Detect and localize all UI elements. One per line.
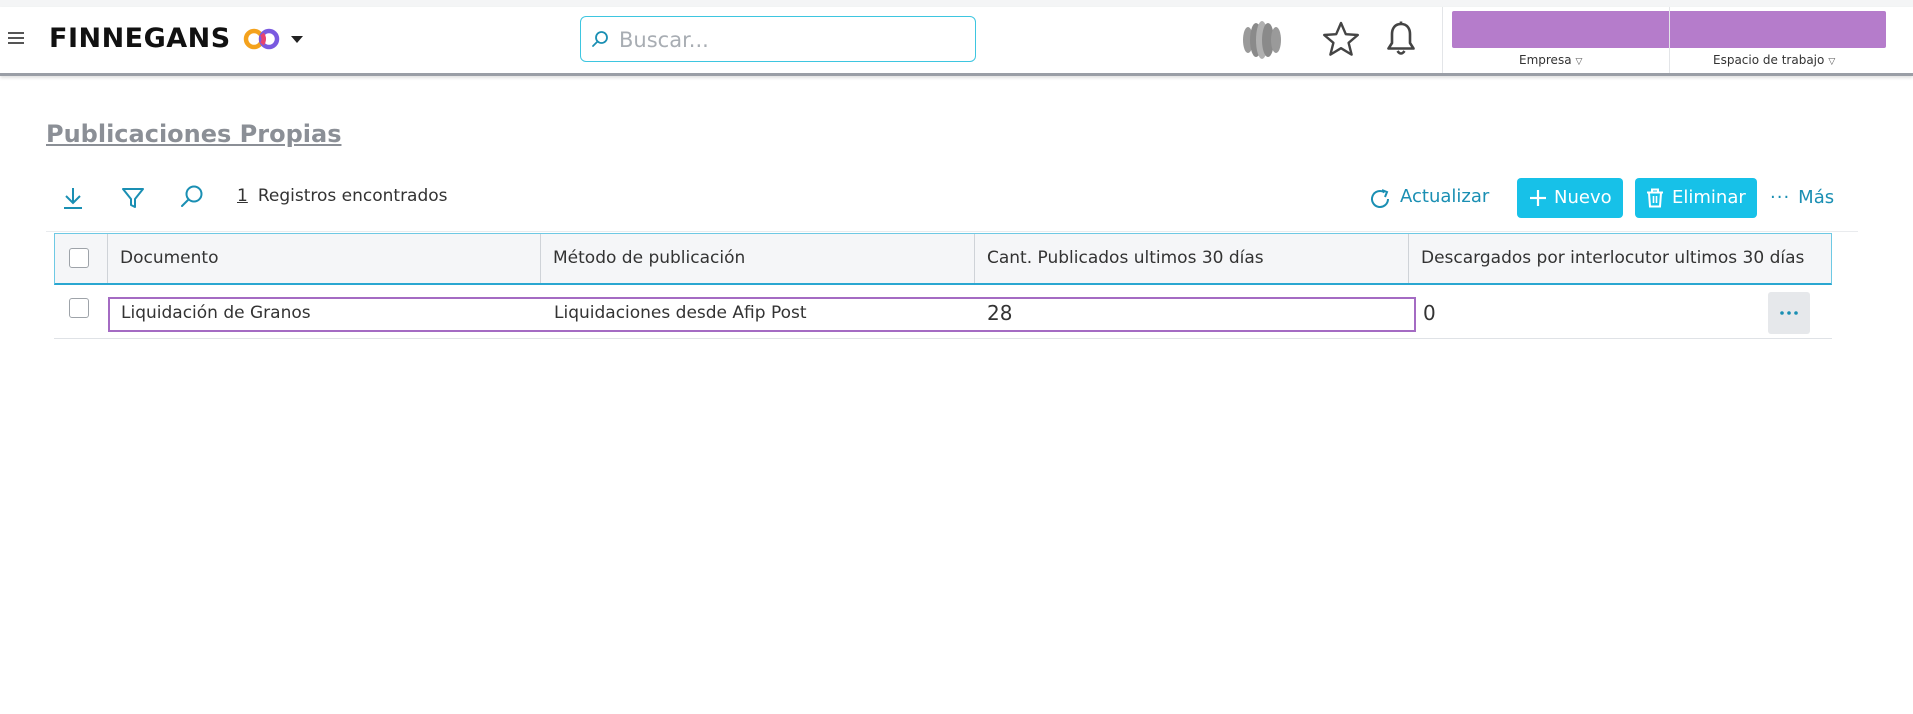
toolbar-divider <box>46 231 1858 232</box>
more-actions-button[interactable]: ··· Más <box>1770 187 1834 208</box>
empresa-dropdown[interactable]: Empresa ▽ <box>1519 53 1582 67</box>
cell-publicados: 28 <box>987 301 1013 325</box>
assistant-orb-icon[interactable] <box>1240 20 1284 60</box>
column-header-metodo[interactable]: Método de publicación <box>540 234 974 283</box>
trash-icon <box>1647 188 1663 208</box>
records-found: 1 Registros encontrados <box>237 186 448 206</box>
refresh-label: Actualizar <box>1400 186 1490 207</box>
brand-name: FINNEGANS <box>49 23 231 54</box>
select-all-checkbox[interactable] <box>69 248 89 268</box>
header-divider <box>1669 7 1670 73</box>
ellipsis-icon <box>1780 311 1798 315</box>
records-count: 1 <box>237 186 248 206</box>
brand-logo-icon <box>243 28 280 50</box>
download-icon[interactable] <box>62 186 84 210</box>
empresa-label: Empresa <box>1519 53 1572 67</box>
app-header: FINNEGANS Empresa▽ Espacio de trabajo▽ <box>0 7 1913 76</box>
refresh-icon <box>1371 189 1389 208</box>
hamburger-menu-icon[interactable] <box>8 32 24 46</box>
table-header: Documento Método de publicación Cant. Pu… <box>54 233 1832 285</box>
caret-down-icon[interactable] <box>290 35 304 44</box>
column-header-documento[interactable]: Documento <box>107 234 540 283</box>
new-button[interactable]: Nuevo <box>1517 178 1623 218</box>
caret-down-icon: ▽ <box>1828 57 1836 67</box>
search-input[interactable] <box>617 25 961 55</box>
search-icon[interactable] <box>179 184 205 210</box>
delete-button[interactable]: Eliminar <box>1635 178 1757 218</box>
cell-metodo: Liquidaciones desde Afip Post <box>554 303 807 323</box>
workspace-label: Espacio de trabajo <box>1713 53 1825 67</box>
top-strip <box>0 0 1913 7</box>
search-icon <box>592 31 608 47</box>
row-checkbox[interactable] <box>69 298 89 318</box>
cell-descargados: 0 <box>1423 301 1436 325</box>
cell-documento: Liquidación de Granos <box>121 303 311 323</box>
records-label: Registros encontrados <box>257 186 448 206</box>
column-header-publicados[interactable]: Cant. Publicados ultimos 30 días <box>974 234 1408 283</box>
column-header-descargados[interactable]: Descargados por interlocutor ultimos 30 … <box>1408 234 1830 283</box>
bell-icon[interactable] <box>1385 20 1417 58</box>
caret-down-icon: ▽ <box>1575 57 1583 67</box>
new-label: Nuevo <box>1554 187 1612 208</box>
delete-label: Eliminar <box>1672 187 1746 208</box>
more-label: Más <box>1798 187 1835 208</box>
row-actions-button[interactable] <box>1768 292 1810 334</box>
star-icon[interactable] <box>1322 21 1360 57</box>
plus-icon <box>1530 190 1546 206</box>
search-box[interactable] <box>580 16 976 62</box>
page-title[interactable]: Publicaciones Propias <box>46 120 341 148</box>
header-divider <box>1442 7 1443 73</box>
filter-icon[interactable] <box>121 186 145 210</box>
workspace-dropdown[interactable]: Espacio de trabajo ▽ <box>1713 53 1835 67</box>
ellipsis-icon: ··· <box>1770 187 1791 208</box>
table-row[interactable]: Liquidación de Granos Liquidaciones desd… <box>54 289 1832 339</box>
